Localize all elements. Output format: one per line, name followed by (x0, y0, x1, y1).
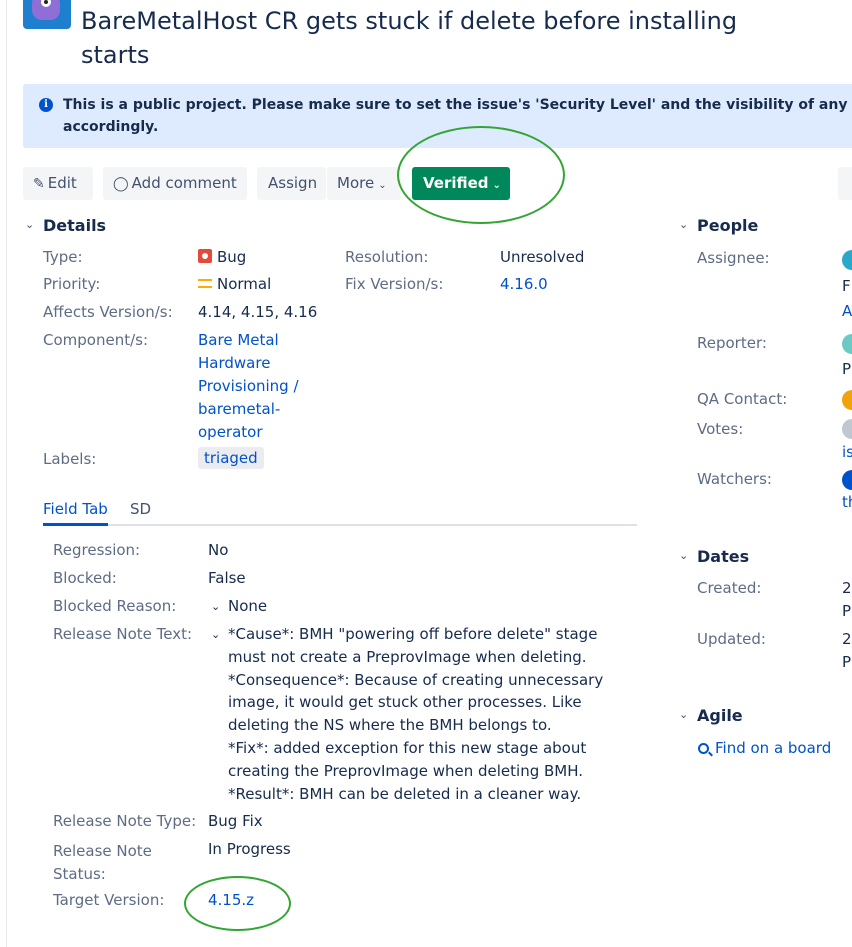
details-heading: Details (43, 216, 107, 235)
updated-value-cut: 2 (842, 630, 852, 648)
release-note-type-label: Release Note Type: (53, 812, 197, 830)
label-tag-triaged[interactable]: triaged (198, 447, 264, 469)
assignee-name-cut: F (842, 277, 851, 295)
more-button[interactable]: More ⌄ (327, 167, 401, 200)
agile-collapse-icon[interactable]: ⌄ (679, 708, 688, 721)
project-avatar-icon[interactable] (23, 0, 71, 29)
affects-version-label: Affects Version/s: (43, 303, 173, 321)
toolbar-overflow-button[interactable] (838, 167, 852, 200)
resolution-label: Resolution: (345, 248, 429, 266)
edit-button[interactable]: ✎ Edit (23, 167, 93, 200)
details-collapse-icon[interactable]: ⌄ (25, 218, 34, 231)
assignee-label: Assignee: (697, 249, 770, 267)
votes-badge-icon (842, 419, 852, 439)
component-link[interactable]: Bare Metal Hardware Provisioning / barem… (198, 329, 318, 444)
bug-icon (198, 249, 212, 263)
created-label: Created: (697, 579, 762, 597)
find-on-board-link[interactable]: Find on a board (698, 739, 831, 757)
people-heading: People (697, 216, 759, 235)
tab-sd[interactable]: SD (130, 497, 151, 521)
release-note-status-label: Release Note Status: (53, 842, 152, 883)
blocked-label: Blocked: (53, 569, 117, 587)
vote-link-cut[interactable]: is (842, 443, 852, 461)
chevron-down-icon: ⌄ (378, 180, 387, 191)
info-icon: i (39, 98, 53, 112)
search-icon (698, 743, 713, 757)
comment-icon: ◯ (113, 176, 129, 192)
dates-collapse-icon[interactable]: ⌄ (679, 549, 688, 562)
regression-label: Regression: (53, 541, 141, 559)
reporter-name-cut: P (842, 360, 852, 378)
priority-normal-icon (198, 279, 212, 288)
target-version-label: Target Version: (53, 891, 165, 909)
reporter-label: Reporter: (697, 334, 767, 352)
watchers-badge-icon (842, 470, 852, 490)
assign-button[interactable]: Assign (257, 167, 326, 200)
priority-value: Normal (198, 275, 271, 293)
created-value-cut: 2 (842, 579, 852, 597)
pencil-icon: ✎ (33, 176, 45, 192)
fix-version-label: Fix Version/s: (345, 275, 444, 293)
people-collapse-icon[interactable]: ⌄ (679, 218, 688, 231)
created-value-cut-2: P (842, 602, 852, 620)
release-note-status-value: In Progress (208, 840, 291, 858)
fix-version-link[interactable]: 4.16.0 (500, 275, 548, 293)
banner-line-2: accordingly. (63, 119, 159, 135)
reporter-avatar-icon[interactable] (842, 334, 852, 354)
banner-line-1: This is a public project. Please make su… (63, 97, 852, 113)
assignee-avatar-icon[interactable] (842, 250, 852, 270)
field-tabs: Field Tab SD (43, 497, 637, 526)
assign-to-me-link-cut[interactable]: A (842, 302, 852, 320)
component-label: Component/s: (43, 331, 149, 349)
chevron-down-icon[interactable]: ⌄ (211, 600, 220, 613)
updated-value-cut-2: P (842, 653, 852, 671)
left-divider (6, 0, 7, 947)
dates-heading: Dates (697, 547, 750, 566)
release-note-type-value: Bug Fix (208, 812, 263, 830)
target-version-link[interactable]: 4.15.z (208, 891, 254, 909)
add-comment-button[interactable]: ◯ Add comment (103, 167, 247, 200)
chevron-down-icon[interactable]: ⌄ (211, 628, 220, 641)
blocked-reason-value: None (228, 597, 268, 615)
type-value: Bug (198, 248, 246, 266)
regression-value: No (208, 541, 229, 559)
watchers-label: Watchers: (697, 470, 772, 488)
qa-contact-label: QA Contact: (697, 390, 788, 408)
agile-heading: Agile (697, 706, 743, 725)
labels-label: Labels: (43, 450, 97, 468)
issue-title: BareMetalHost CR gets stuck if delete be… (81, 7, 738, 69)
updated-label: Updated: (697, 630, 766, 648)
affects-version-value: 4.14, 4.15, 4.16 (198, 303, 318, 321)
tab-field-tab[interactable]: Field Tab (43, 497, 108, 526)
priority-label: Priority: (43, 275, 101, 293)
resolution-value: Unresolved (500, 248, 585, 266)
type-label: Type: (43, 248, 83, 266)
annotation-circle-status (397, 126, 565, 224)
watch-link-cut[interactable]: th (842, 493, 852, 511)
blocked-reason-label: Blocked Reason: (53, 597, 177, 615)
qa-contact-avatar-icon[interactable] (842, 390, 852, 410)
votes-label: Votes: (697, 420, 744, 438)
blocked-value: False (208, 569, 246, 587)
release-note-text-label: Release Note Text: (53, 625, 193, 643)
release-note-text-value: *Cause*: BMH "powering off before delete… (228, 625, 604, 803)
